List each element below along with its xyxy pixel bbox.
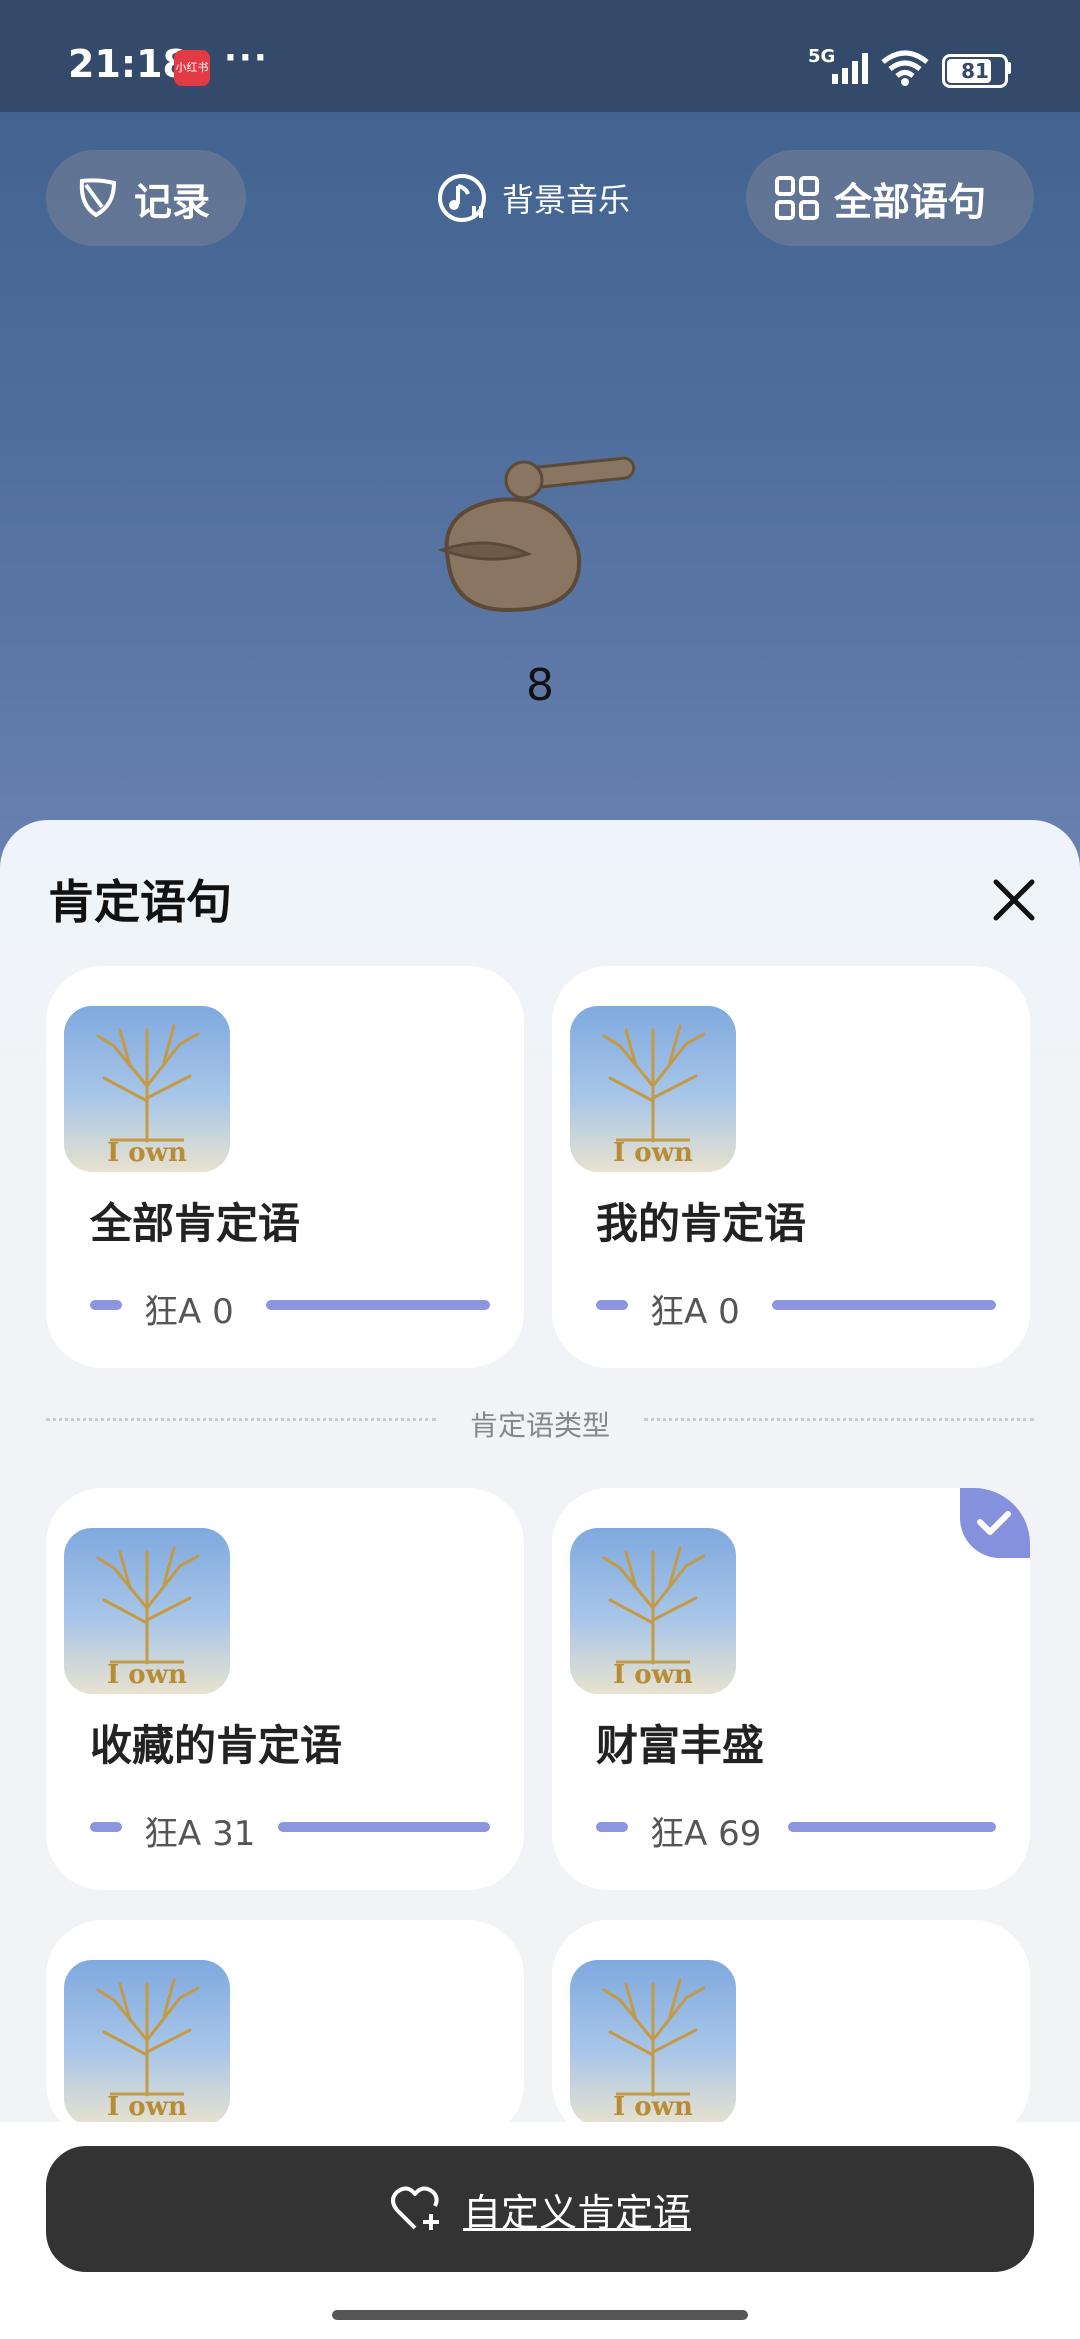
tree-image: I own xyxy=(64,1960,230,2126)
stat-dash xyxy=(90,1300,122,1310)
custom-affirmation-label: 自定义肯定语 xyxy=(462,2190,691,2235)
status-bar: 21:18 小红书 ··· 5G 81 xyxy=(0,0,1080,112)
tree-image: I own xyxy=(570,1960,736,2126)
tree-icon xyxy=(602,1978,706,2097)
tree-icon xyxy=(602,1024,706,1143)
stat-bar xyxy=(772,1300,996,1310)
card-stat: 狂A 31 xyxy=(90,1806,490,1854)
tree-icon xyxy=(96,1978,200,2097)
signal-icon xyxy=(832,53,868,84)
grid-icon xyxy=(775,176,819,220)
image-caption: I own xyxy=(107,1660,187,1690)
leaf-icon xyxy=(79,178,117,218)
all-sentences-button[interactable]: 全部语句 xyxy=(746,150,1034,246)
tree-icon xyxy=(96,1024,200,1143)
merit-counter: 8 xyxy=(526,660,554,711)
stat-bar xyxy=(278,1822,490,1832)
stat-dash xyxy=(90,1822,122,1832)
stat-count: 狂A 0 xyxy=(650,1292,740,1332)
card-stat: 狂A 69 xyxy=(596,1806,996,1854)
card-title: 我的肯定语 xyxy=(596,1199,807,1248)
affirmation-card[interactable]: I own 收藏的肯定语 狂A 31 xyxy=(46,1488,524,1890)
card-title: 全部肯定语 xyxy=(90,1199,301,1248)
tree-image: I own xyxy=(570,1006,736,1172)
battery-icon: 81 xyxy=(942,54,1008,88)
section-label: 肯定语类型 xyxy=(469,1409,610,1442)
affirmation-card[interactable]: I own 我的肯定语 狂A 0 xyxy=(552,966,1030,1368)
home-indicator[interactable] xyxy=(332,2310,748,2320)
sheet-title: 肯定语句 xyxy=(48,875,232,929)
affirmation-card[interactable]: I own xyxy=(552,1920,1030,2140)
selected-check-icon xyxy=(960,1488,1030,1558)
card-stat: 狂A 0 xyxy=(90,1284,490,1332)
image-caption: I own xyxy=(613,2092,693,2122)
status-time: 21:18 xyxy=(68,42,189,86)
card-title: 财富丰盛 xyxy=(596,1721,765,1770)
tree-image: I own xyxy=(570,1528,736,1694)
tree-image: I own xyxy=(64,1528,230,1694)
wifi-icon xyxy=(881,50,929,86)
music-icon xyxy=(438,174,486,222)
section-divider: 肯定语类型 xyxy=(46,1404,1034,1442)
card-title: 收藏的肯定语 xyxy=(90,1721,343,1770)
app-notification-icon: 小红书 xyxy=(174,50,210,86)
affirmation-card[interactable]: I own 财富丰盛 狂A 69 xyxy=(552,1488,1030,1890)
card-stat: 狂A 0 xyxy=(596,1284,996,1332)
battery-level: 81 xyxy=(961,59,989,83)
tree-icon xyxy=(602,1546,706,1665)
more-notifications-icon: ··· xyxy=(224,38,269,78)
stat-bar xyxy=(266,1300,490,1310)
image-caption: I own xyxy=(107,2092,187,2122)
background-music-button[interactable]: 背景音乐 xyxy=(436,172,630,224)
stat-dash xyxy=(596,1300,628,1310)
image-caption: I own xyxy=(613,1138,693,1168)
stat-dash xyxy=(596,1822,628,1832)
record-button[interactable]: 记录 xyxy=(46,150,246,246)
all-sentences-label: 全部语句 xyxy=(834,179,987,224)
tree-icon xyxy=(96,1546,200,1665)
record-label: 记录 xyxy=(134,179,211,224)
stat-count: 狂A 0 xyxy=(144,1292,234,1332)
stat-count: 狂A 31 xyxy=(144,1814,256,1854)
heart-plus-icon xyxy=(390,2186,439,2230)
image-caption: I own xyxy=(613,1660,693,1690)
stat-bar xyxy=(788,1822,996,1832)
music-label: 背景音乐 xyxy=(502,181,631,219)
stat-count: 狂A 69 xyxy=(650,1814,762,1854)
close-icon[interactable] xyxy=(984,870,1044,930)
affirmation-card[interactable]: I own xyxy=(46,1920,524,2140)
wooden-fish-icon[interactable] xyxy=(428,450,648,630)
tree-image: I own xyxy=(64,1006,230,1172)
image-caption: I own xyxy=(107,1138,187,1168)
custom-affirmation-button[interactable]: 自定义肯定语 xyxy=(46,2146,1034,2272)
affirmation-card[interactable]: I own 全部肯定语 狂A 0 xyxy=(46,966,524,1368)
battery-tip xyxy=(1006,62,1011,74)
